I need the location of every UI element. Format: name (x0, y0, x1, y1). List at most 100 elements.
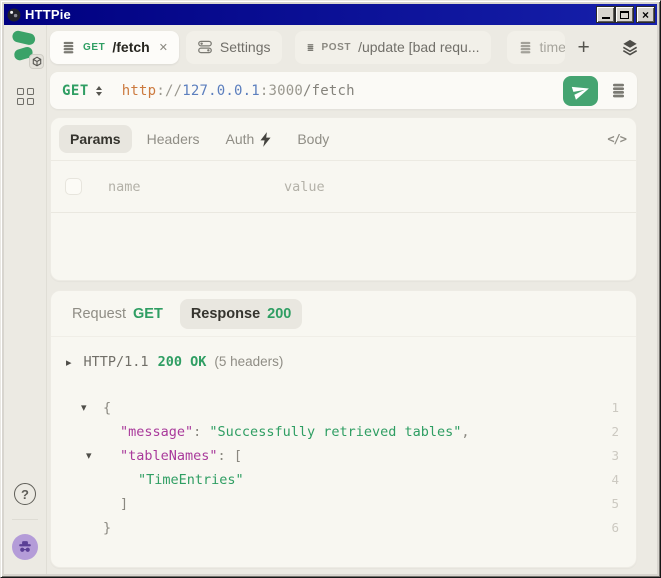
code-view-button[interactable]: </> (605, 130, 628, 148)
param-name-input[interactable] (108, 179, 284, 195)
help-button[interactable]: ? (14, 483, 36, 505)
new-tab-button[interactable]: + (572, 37, 596, 58)
json-punct: { (103, 400, 111, 416)
minimize-icon (602, 17, 610, 19)
param-row (51, 161, 636, 213)
method-label: GET (62, 83, 89, 99)
request-editor-tabs: Params Headers Auth Body </> (51, 118, 636, 161)
response-card: Request GET Response 200 ▸ HTTP/1.1 200 … (50, 290, 637, 568)
method-dropdown[interactable]: GET (62, 83, 102, 99)
tab-label: Headers (147, 131, 200, 147)
tab-settings[interactable]: Settings (186, 31, 282, 64)
json-punct: } (103, 520, 111, 536)
environment-badge-icon (29, 54, 44, 69)
request-editor-card: Params Headers Auth Body </> (50, 117, 637, 281)
exchange-tabs: Request GET Response 200 (51, 291, 636, 337)
json-line: "TimeEntries" 4 (51, 468, 636, 492)
json-key: "tableNames" (120, 448, 218, 464)
collapse-caret-icon[interactable]: ▾ (81, 396, 87, 420)
sidebar: ? (4, 25, 47, 574)
paper-plane-icon (569, 79, 592, 102)
close-icon: × (642, 9, 649, 21)
param-enabled-checkbox[interactable] (65, 178, 82, 195)
tab-params[interactable]: Params (59, 125, 132, 153)
url-port: :3000 (260, 83, 303, 99)
app-icon (7, 8, 21, 22)
request-tabbar: GET /fetch ✕ Settings (50, 25, 637, 69)
tab-get-fetch[interactable]: GET /fetch ✕ (50, 31, 179, 64)
status-code: 200 (267, 306, 291, 322)
response-body-json: ▾ { 1 "message": "Successfully retrieved… (51, 396, 636, 540)
maximize-icon (620, 11, 629, 19)
param-value-input[interactable] (284, 179, 622, 195)
url-separator: :// (156, 83, 182, 99)
line-number: 3 (611, 444, 636, 468)
window-controls: × (597, 7, 654, 22)
json-line: ] 5 (51, 492, 636, 516)
httpie-logo (8, 30, 42, 68)
layers-icon (620, 37, 640, 57)
minimize-button[interactable] (597, 7, 614, 22)
url-host: 127.0.0.1 (182, 83, 260, 99)
line-number: 4 (611, 468, 636, 492)
all-tabs-button[interactable] (618, 35, 642, 59)
tab-response[interactable]: Response 200 (180, 299, 303, 329)
collapse-caret-icon[interactable]: ▾ (86, 444, 92, 468)
status-text: 200 OK (158, 354, 207, 370)
tab-label: Response (191, 306, 260, 322)
tab-post-update[interactable]: POST /update [bad requ... (295, 31, 491, 64)
json-line: "message": "Successfully retrieved table… (51, 420, 636, 444)
expand-headers-caret-icon[interactable]: ▸ (66, 356, 72, 369)
updown-arrows-icon (96, 86, 102, 96)
line-number: 2 (611, 420, 636, 444)
main-area: GET /fetch ✕ Settings (47, 25, 657, 574)
close-button[interactable]: × (637, 7, 654, 22)
sidebar-divider (12, 519, 38, 520)
tab-label: Params (70, 131, 121, 147)
settings-icon (197, 39, 213, 55)
tab-label: Body (297, 131, 329, 147)
tab-path: /fetch (112, 39, 149, 55)
tab-path: /update [bad requ... (358, 39, 479, 55)
tab-auth[interactable]: Auth (215, 125, 283, 153)
send-button[interactable] (563, 76, 598, 106)
close-tab-icon[interactable]: ✕ (159, 41, 168, 54)
app-content: ? (4, 25, 657, 574)
tab-label: Settings (220, 39, 271, 55)
database-icon (518, 40, 533, 55)
tab-label: Auth (226, 131, 255, 147)
tab-time[interactable]: time_ (507, 31, 565, 64)
tab-method: POST (321, 42, 351, 53)
lightning-bolt-icon (260, 132, 271, 147)
json-punct: [ (234, 448, 242, 464)
json-punct: : (218, 448, 234, 464)
database-icon (306, 40, 315, 55)
help-icon: ? (21, 487, 29, 502)
json-line: ▾ "tableNames": [ 3 (51, 444, 636, 468)
request-options-button[interactable] (608, 80, 629, 101)
workspace-grid-icon[interactable] (17, 88, 34, 105)
url-bar: GET http://127.0.0.1:3000/fetch (50, 72, 637, 109)
url-path: /fetch (303, 83, 355, 99)
url-input[interactable]: http://127.0.0.1:3000/fetch (122, 83, 355, 99)
json-punct: ] (120, 496, 128, 512)
user-avatar[interactable] (12, 534, 38, 560)
tab-body[interactable]: Body (286, 125, 340, 153)
json-punct: : (193, 424, 209, 440)
database-icon (61, 40, 76, 55)
json-string: "Successfully retrieved tables" (209, 424, 461, 440)
app-window: HTTPie × (0, 0, 661, 578)
window-title: HTTPie (25, 7, 593, 22)
maximize-button[interactable] (616, 7, 633, 22)
tab-headers[interactable]: Headers (136, 125, 211, 153)
titlebar: HTTPie × (4, 4, 657, 25)
tab-label: time_ (540, 39, 565, 55)
tab-label: Request (72, 306, 126, 322)
protocol: HTTP/1.1 (84, 354, 149, 370)
tab-request[interactable]: Request GET (61, 299, 174, 329)
json-punct: , (461, 424, 469, 440)
json-key: "message" (120, 424, 193, 440)
line-number: 6 (611, 516, 636, 540)
tab-method: GET (83, 42, 105, 53)
json-string: "TimeEntries" (138, 472, 244, 488)
